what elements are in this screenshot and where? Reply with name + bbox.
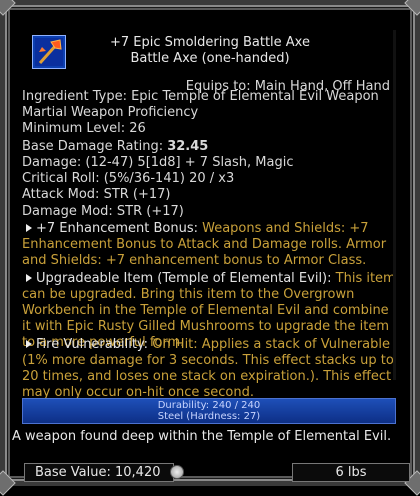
effect-name: +7 Enhancement Bonus: [36, 221, 198, 236]
effect-fire-vulnerability: Fire Vulnerability: On Hit: Applies a st… [22, 337, 400, 401]
base-damage-rating: Base Damage Rating: 32.45 [22, 139, 404, 155]
ingredient-type: Ingredient Type: Epic Temple of Elementa… [22, 89, 379, 104]
minimum-level: Minimum Level: 26 [22, 121, 146, 136]
bullet-icon [26, 274, 32, 282]
effect-enhancement: +7 Enhancement Bonus: Weapons and Shield… [22, 221, 400, 269]
attack-mod: Attack Mod: STR (+17) [22, 187, 171, 202]
weight: 6 lbs [292, 463, 410, 482]
damage-mod: Damage Mod: STR (+17) [22, 204, 184, 219]
base-damage-label: Base Damage Rating: [22, 139, 164, 154]
steel-hardness: Steel (Hardness: 27) [157, 411, 261, 422]
effect-name: Upgradeable Item (Temple of Elemental Ev… [36, 271, 332, 286]
proficiency: Martial Weapon Proficiency [22, 105, 199, 120]
item-subtitle: Battle Axe (one-handed) [130, 51, 290, 66]
effect-name: Fire Vulnerability: [36, 337, 149, 352]
damage-line: Damage: (12-47) 5[1d8] + 7 Slash, Magic [22, 155, 294, 170]
item-name: +7 Epic Smoldering Battle Axe [110, 35, 310, 50]
bullet-icon [26, 340, 32, 348]
critical-roll: Critical Roll: (5%/36-141) 20 / x3 [22, 171, 235, 186]
coin-icon [170, 465, 184, 479]
tooltip-footer: Base Value: 10,420 6 lbs [24, 463, 410, 483]
item-description: A weapon found deep within the Temple of… [12, 429, 392, 444]
base-damage-value: 32.45 [167, 139, 209, 154]
scrollbar[interactable] [393, 30, 396, 380]
base-value: Base Value: 10,420 [24, 463, 174, 482]
bullet-icon [26, 224, 32, 232]
durability-bar: Durability: 240 / 240 Steel (Hardness: 2… [22, 398, 396, 424]
